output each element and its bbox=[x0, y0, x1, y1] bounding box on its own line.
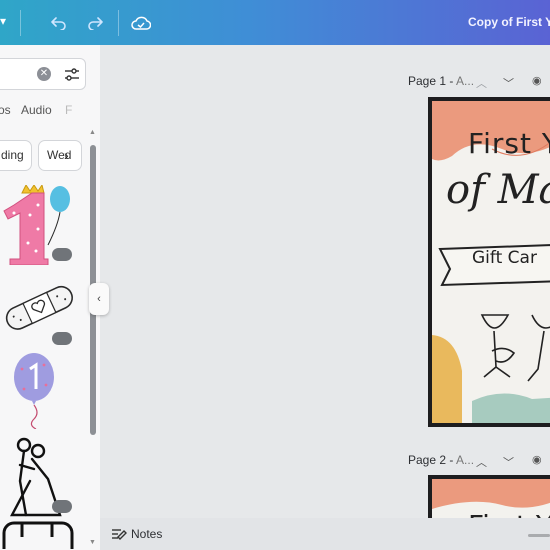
tab-audio[interactable]: Audio bbox=[21, 103, 52, 117]
redo-icon[interactable] bbox=[84, 12, 106, 34]
design-banner-text[interactable]: Gift Car bbox=[472, 248, 537, 268]
eye-icon[interactable]: ◉ bbox=[532, 453, 542, 466]
page-1-header: Page 1 - A... bbox=[408, 74, 474, 88]
page-2-header: Page 2 - A... bbox=[408, 453, 474, 467]
number-one-balloon-sticker[interactable] bbox=[12, 351, 58, 429]
page-title-input[interactable]: A... bbox=[456, 74, 474, 88]
chevron-down-icon[interactable]: ﹀ bbox=[503, 454, 514, 470]
toolbar-divider bbox=[20, 10, 21, 36]
page-label: Page 1 - bbox=[408, 74, 457, 88]
chevron-down-icon[interactable]: ﹀ bbox=[503, 75, 514, 91]
chevron-right-icon[interactable]: › bbox=[64, 147, 80, 163]
top-toolbar: ▾ Copy of First Ye bbox=[0, 0, 550, 45]
canvas-horizontal-scrollbar[interactable] bbox=[528, 534, 550, 537]
filter-icon[interactable] bbox=[63, 66, 81, 84]
cloud-check-icon[interactable] bbox=[130, 12, 152, 34]
chevron-up-icon[interactable]: ︿ bbox=[476, 75, 487, 91]
document-title[interactable]: Copy of First Ye bbox=[468, 15, 550, 29]
tab-more[interactable]: F bbox=[65, 103, 72, 117]
design-page-1[interactable]: First Y of Ma Gift Car bbox=[428, 97, 550, 427]
design-subheadline[interactable]: of Ma bbox=[446, 167, 550, 213]
collapse-panel-button[interactable]: ‹ bbox=[89, 283, 109, 315]
search-input[interactable]: ✕ bbox=[0, 58, 86, 90]
premium-crown-icon bbox=[52, 248, 72, 261]
elements-panel: ✕ os Audio F ding Wed › ▲ ▼ bbox=[0, 45, 100, 550]
heart-bandage-sticker[interactable] bbox=[0, 277, 78, 337]
tab-videos[interactable]: os bbox=[0, 103, 11, 117]
page-title-input[interactable]: A... bbox=[456, 453, 474, 467]
design-headline[interactable]: First Y bbox=[468, 127, 550, 160]
close-icon[interactable]: ✕ bbox=[37, 67, 51, 81]
scroll-up-icon[interactable]: ▲ bbox=[89, 129, 96, 136]
toolbar-divider bbox=[118, 10, 119, 36]
eye-icon[interactable]: ◉ bbox=[532, 74, 542, 87]
notes-bar: Notes bbox=[100, 518, 550, 550]
premium-crown-icon bbox=[52, 332, 72, 345]
page-label: Page 2 - bbox=[408, 453, 457, 467]
scroll-down-icon[interactable]: ▼ bbox=[89, 539, 96, 546]
chip-wedding[interactable]: ding bbox=[0, 140, 32, 171]
premium-crown-icon bbox=[52, 500, 72, 513]
notes-icon[interactable] bbox=[111, 527, 127, 541]
bicycle-sticker[interactable] bbox=[0, 519, 80, 550]
notes-button[interactable]: Notes bbox=[131, 527, 162, 541]
chevron-up-icon[interactable]: ︿ bbox=[476, 454, 487, 470]
chevron-down-icon[interactable]: ▾ bbox=[0, 14, 6, 28]
undo-icon[interactable] bbox=[48, 12, 70, 34]
